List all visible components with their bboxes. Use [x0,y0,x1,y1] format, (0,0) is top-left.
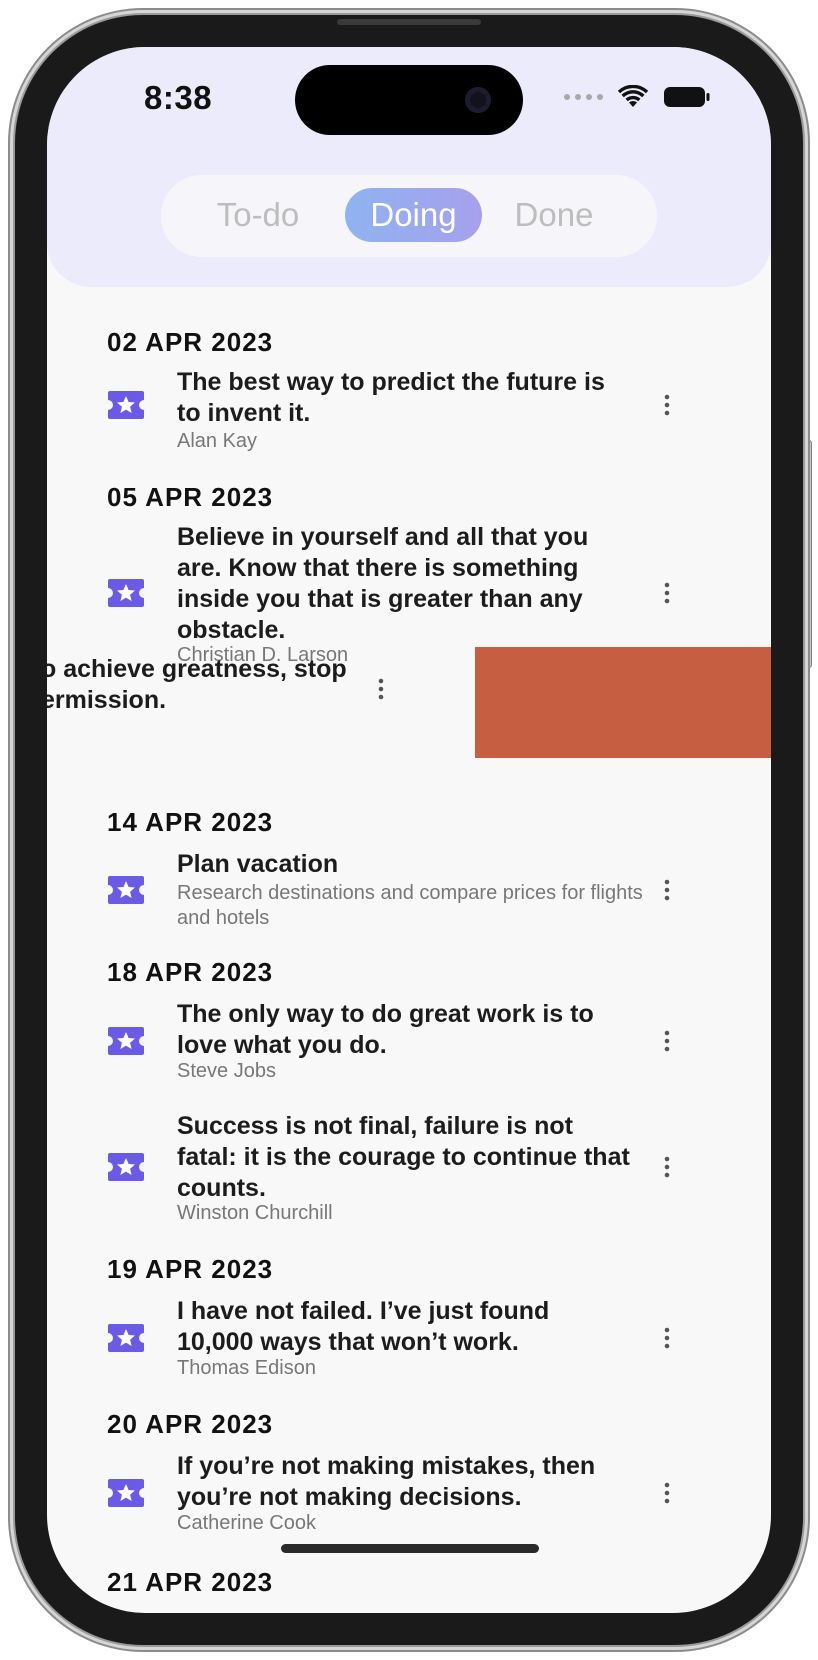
item-author: Catherine Cook [177,1512,316,1534]
more-options-icon[interactable] [659,580,675,606]
item-author: Steve Jobs [177,1060,276,1082]
item-title: Success is not final, failure is not fat… [177,1112,630,1202]
item-author: Thomas Edison [177,1357,316,1379]
more-options-icon[interactable] [659,392,675,418]
tab-done[interactable]: Done [511,188,597,242]
more-options-icon[interactable] [659,1154,675,1180]
more-options-icon[interactable] [659,877,675,903]
more-options-icon[interactable] [659,1480,675,1506]
more-options-icon[interactable] [659,1325,675,1351]
item-author: Winston Churchill [177,1202,333,1224]
speaker-grille [337,19,481,25]
front-camera [465,87,491,113]
wifi-icon [617,85,649,107]
date-heading: 18 APR 2023 [107,957,274,987]
star-ticket-icon [108,391,144,419]
status-icons [564,85,711,109]
item-title: o achieve greatness, stop ermission. [47,655,347,714]
item-author: Alan Kay [177,430,258,452]
tab-todo[interactable]: To-do [205,188,311,242]
item-title: Believe in yourself and all that you are… [177,523,589,644]
item-title: Plan vacation [177,850,339,878]
home-indicator[interactable] [281,1544,539,1553]
swiped-list-item[interactable]: o achieve greatness, stop ermission. [47,644,771,758]
item-title: The only way to do great work is to love… [177,1000,594,1059]
star-ticket-icon [108,1153,144,1181]
tab-doing[interactable]: Doing [345,188,482,242]
cellular-signal-icon [564,94,603,100]
dynamic-island [295,65,523,135]
star-ticket-icon [108,1479,144,1507]
power-button [804,440,812,668]
date-heading: 19 APR 2023 [107,1254,274,1284]
star-ticket-icon [108,1027,144,1055]
item-description: Research destinations and compare prices… [177,882,643,929]
date-heading: 02 APR 2023 [107,327,274,357]
item-title: The best way to predict the future is to… [177,368,605,427]
date-heading: 20 APR 2023 [107,1409,274,1439]
more-options-icon[interactable] [373,676,389,702]
swipe-action-button[interactable] [475,647,771,758]
screen: 8:38 To-do Doing Done 02 APR 2023 The be… [47,47,771,1613]
date-heading: 21 APR 2023 [107,1567,274,1597]
more-options-icon[interactable] [659,1028,675,1054]
status-time: 8:38 [144,79,213,116]
item-title: If you’re not making mistakes, then you’… [177,1452,596,1511]
status-segmented-control: To-do Doing Done [161,175,657,257]
date-heading: 14 APR 2023 [107,807,274,837]
star-ticket-icon [108,1324,144,1352]
header: 8:38 To-do Doing Done [47,47,771,287]
date-heading: 05 APR 2023 [107,482,274,512]
battery-icon [664,87,710,107]
item-title: I have not failed. I’ve just found 10,00… [177,1297,550,1356]
star-ticket-icon [108,579,144,607]
star-ticket-icon [108,876,144,904]
